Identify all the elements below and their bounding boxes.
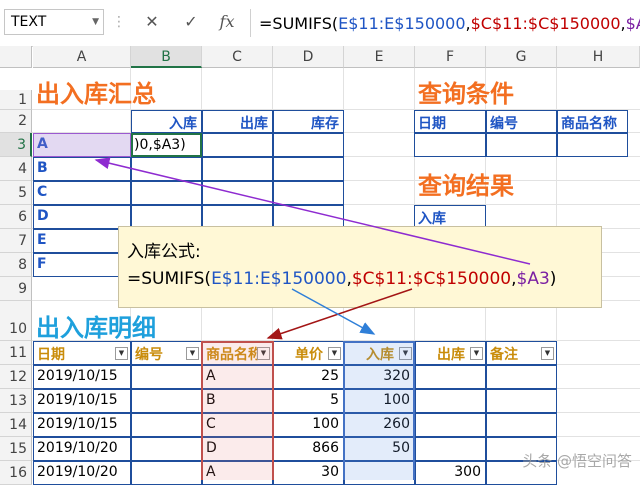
summary-item-e[interactable]: E — [33, 229, 131, 253]
summary-cell[interactable] — [202, 157, 273, 181]
filter-dropdown-icon[interactable]: ▼ — [541, 347, 554, 360]
formula-callout: 入库公式: =SUMIFS(E$11:E$150000,$C$11:$C$150… — [118, 226, 602, 308]
callout-ref-criteria: $A3 — [516, 269, 550, 289]
query-input-name[interactable] — [557, 133, 628, 157]
summary-cell[interactable] — [273, 181, 344, 205]
active-cell-editing[interactable]: )0,$A3) — [131, 133, 202, 157]
detail-cell-note[interactable] — [486, 413, 557, 437]
summary-item-d[interactable]: D — [33, 205, 131, 229]
detail-header-label: 编号 — [135, 347, 163, 363]
result-title: 查询结果 — [418, 172, 514, 200]
callout-ref-criteria-range: $C$11:$C$150000 — [351, 269, 512, 289]
watermark: 头条 @悟空问答 — [522, 452, 632, 470]
detail-cell-out[interactable] — [415, 437, 486, 461]
query-input-date[interactable] — [414, 133, 486, 157]
detail-cell-code[interactable] — [131, 461, 202, 485]
summary-item-f[interactable]: F — [33, 253, 131, 277]
summary-header-stock[interactable]: 库存 — [273, 110, 344, 133]
detail-cell-price[interactable]: 25 — [273, 365, 344, 389]
detail-cell-out[interactable]: 300 — [415, 461, 486, 485]
criteria-range-highlight — [201, 341, 274, 480]
detail-header-price[interactable]: 单价 ▼ — [273, 341, 344, 365]
detail-cell-date[interactable]: 2019/10/20 — [33, 437, 131, 461]
detail-header-out[interactable]: 出库 ▼ — [415, 341, 486, 365]
detail-cell-date[interactable]: 2019/10/15 — [33, 413, 131, 437]
sum-range-highlight — [343, 341, 415, 480]
filter-dropdown-icon[interactable]: ▼ — [470, 347, 483, 360]
detail-cell-date[interactable]: 2019/10/15 — [33, 365, 131, 389]
criteria-highlight — [33, 133, 131, 157]
detail-cell-code[interactable] — [131, 365, 202, 389]
query-header-code[interactable]: 编号 — [486, 110, 557, 133]
detail-cell-price[interactable]: 866 — [273, 437, 344, 461]
query-header-date[interactable]: 日期 — [414, 110, 486, 133]
detail-cell-code[interactable] — [131, 413, 202, 437]
filter-dropdown-icon[interactable]: ▼ — [328, 347, 341, 360]
summary-cell[interactable] — [202, 133, 273, 157]
detail-cell-out[interactable] — [415, 365, 486, 389]
callout-ref-sum-range: E$11:E$150000 — [211, 269, 347, 289]
detail-header-note[interactable]: 备注 ▼ — [486, 341, 557, 365]
detail-cell-price[interactable]: 30 — [273, 461, 344, 485]
filter-dropdown-icon[interactable]: ▼ — [186, 347, 199, 360]
detail-header-label: 出库 — [437, 347, 465, 363]
detail-cell-out[interactable] — [415, 389, 486, 413]
query-title: 查询条件 — [418, 80, 514, 108]
detail-cell-code[interactable] — [131, 437, 202, 461]
callout-part: =SUMIFS( — [127, 269, 212, 289]
detail-header-date[interactable]: 日期 ▼ — [33, 341, 131, 365]
summary-cell[interactable] — [202, 181, 273, 205]
query-input-code[interactable] — [486, 133, 557, 157]
detail-cell-note[interactable] — [486, 389, 557, 413]
callout-title: 入库公式: — [127, 242, 201, 262]
detail-cell-date[interactable]: 2019/10/15 — [33, 389, 131, 413]
query-header-name[interactable]: 商品名称 — [557, 110, 628, 133]
filter-dropdown-icon[interactable]: ▼ — [115, 347, 128, 360]
summary-cell[interactable] — [131, 181, 202, 205]
detail-cell-out[interactable] — [415, 413, 486, 437]
callout-formula: =SUMIFS(E$11:E$150000,$C$11:$C$150000,$A… — [127, 269, 556, 289]
detail-cell-date[interactable]: 2019/10/20 — [33, 461, 131, 485]
detail-header-label: 单价 — [295, 347, 323, 363]
detail-title: 出入库明细 — [36, 314, 156, 342]
summary-title: 出入库汇总 — [36, 80, 156, 108]
summary-header-out[interactable]: 出库 — [202, 110, 273, 133]
summary-header-in[interactable]: 入库 — [131, 110, 202, 133]
callout-part: ) — [549, 269, 557, 289]
summary-cell[interactable] — [273, 157, 344, 181]
detail-header-label: 日期 — [37, 347, 65, 363]
summary-cell[interactable] — [131, 157, 202, 181]
summary-item-c[interactable]: C — [33, 181, 131, 205]
detail-cell-price[interactable]: 100 — [273, 413, 344, 437]
detail-cell-code[interactable] — [131, 389, 202, 413]
detail-header-label: 备注 — [490, 347, 518, 363]
summary-item-b[interactable]: B — [33, 157, 131, 181]
detail-cell-price[interactable]: 5 — [273, 389, 344, 413]
detail-header-code[interactable]: 编号 ▼ — [131, 341, 202, 365]
summary-cell[interactable] — [273, 133, 344, 157]
detail-cell-note[interactable] — [486, 365, 557, 389]
